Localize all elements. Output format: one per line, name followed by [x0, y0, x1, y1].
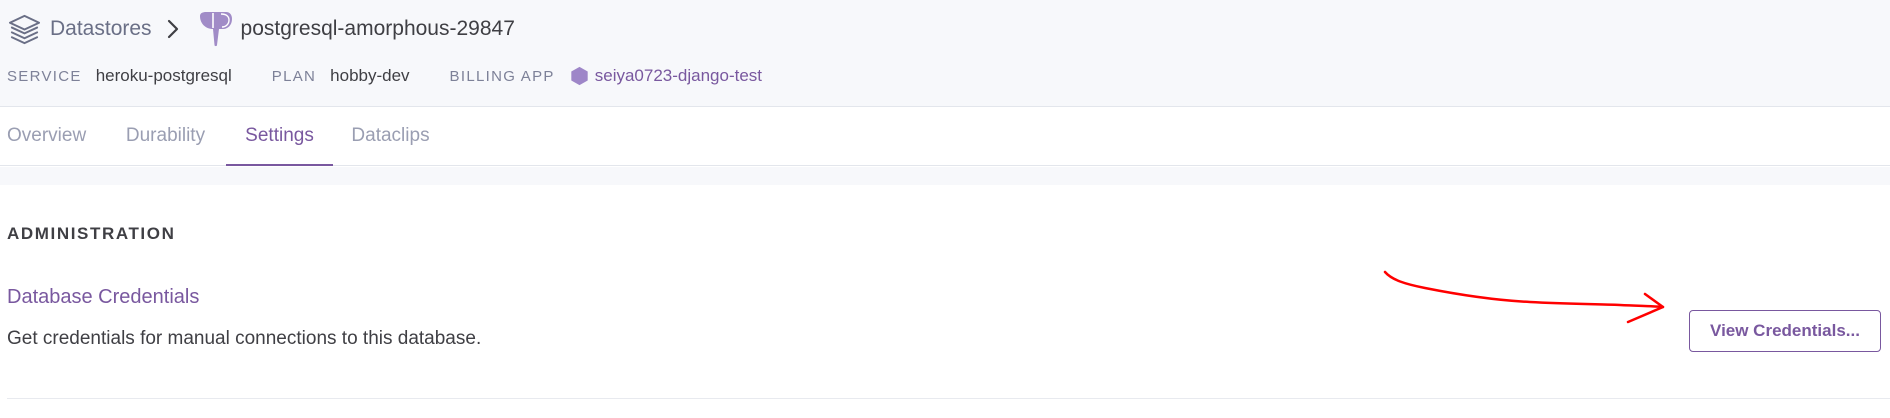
breadcrumb: Datastores postgresql-amorphous-29847	[7, 10, 515, 48]
tab-bar: Overview Durability Settings Dataclips	[0, 108, 1890, 166]
database-credentials-title: Database Credentials	[7, 286, 200, 308]
layers-stack-icon	[8, 14, 41, 44]
plan-label: PLAN	[271, 67, 317, 85]
tab-settings[interactable]: Settings	[226, 108, 333, 166]
billing-app-link[interactable]: seiya0723-django-test	[595, 66, 762, 86]
row-divider	[7, 398, 1890, 399]
chevron-right-icon	[167, 19, 178, 39]
app-hexagon-icon	[571, 66, 588, 86]
content-gutter	[0, 167, 1890, 185]
postgres-elephant-icon	[199, 12, 232, 47]
app-header: Datastores postgresql-amorphous-29847 SE…	[0, 0, 1890, 107]
view-credentials-button[interactable]: View Credentials...	[1689, 310, 1881, 352]
tab-durability[interactable]: Durability	[124, 108, 207, 166]
breadcrumb-datastores-link[interactable]: Datastores	[50, 17, 152, 41]
red-arrow-annotation	[1383, 270, 1665, 324]
section-heading-administration: ADMINISTRATION	[7, 224, 176, 243]
plan-value: hobby-dev	[330, 66, 410, 85]
tab-overview[interactable]: Overview	[7, 108, 86, 166]
database-credentials-description: Get credentials for manual connections t…	[7, 328, 482, 349]
tab-dataclips[interactable]: Dataclips	[351, 108, 430, 166]
billing-app-label: BILLING APP	[449, 67, 555, 85]
database-name: postgresql-amorphous-29847	[240, 17, 515, 40]
service-value: heroku-postgresql	[95, 66, 232, 85]
service-label: SERVICE	[7, 67, 82, 85]
addon-meta: SERVICE heroku-postgresql PLAN hobby-dev…	[7, 64, 762, 88]
